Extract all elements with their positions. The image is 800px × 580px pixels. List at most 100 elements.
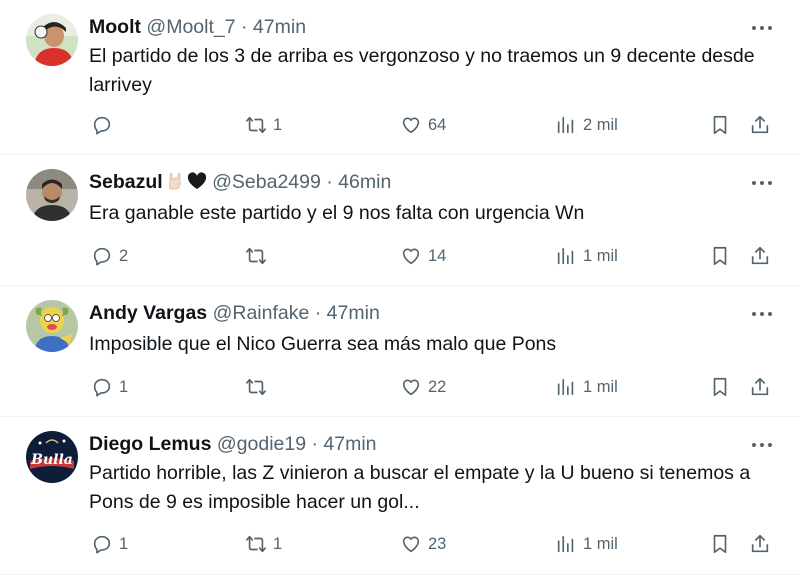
avatar-logo-text: Bulla: [30, 452, 73, 468]
retweet-button[interactable]: 1: [245, 531, 282, 557]
user-handle[interactable]: @Moolt_7: [146, 16, 235, 38]
view-count: 1 mil: [583, 246, 618, 265]
bookmark-icon: [713, 377, 727, 397]
more-options-icon[interactable]: [750, 173, 774, 193]
display-name[interactable]: Diego Lemus: [89, 433, 211, 455]
tweet-actions: 1 64 2 mil: [89, 112, 774, 138]
bookmark-button[interactable]: [709, 243, 731, 269]
views-button[interactable]: 2 mil: [555, 112, 618, 138]
like-count: 23: [428, 534, 447, 553]
share-icon: [751, 246, 769, 265]
avatar[interactable]: [26, 300, 78, 352]
share-button[interactable]: [749, 112, 771, 138]
retweet-icon: [246, 116, 266, 134]
timestamp[interactable]: 47min: [323, 433, 376, 455]
reply-count: 1: [119, 377, 129, 396]
tweet[interactable]: Sebazul @Seba2499 · 46min Era ganable es…: [0, 155, 800, 286]
tweet-text: Imposible que el Nico Guerra sea más mal…: [89, 333, 557, 355]
views-button[interactable]: 1 mil: [555, 243, 618, 269]
tweet[interactable]: Bulla Diego Lemus @godie19 · 47min Parti…: [0, 417, 800, 575]
rock-hand-emoji-icon: [165, 171, 185, 191]
share-button[interactable]: [749, 531, 771, 557]
reply-button[interactable]: 1: [91, 531, 128, 557]
bookmark-icon: [713, 246, 727, 266]
timestamp[interactable]: 47min: [327, 302, 380, 324]
separator: ·: [241, 16, 248, 38]
views-chart-icon: [557, 535, 574, 553]
views-chart-icon: [557, 116, 574, 134]
user-handle[interactable]: @Rainfake: [213, 302, 310, 324]
tweet-header: Diego Lemus @godie19 · 47min: [89, 431, 377, 457]
reply-icon: [93, 247, 111, 266]
tweet-actions: 1 22 1 mil: [89, 374, 774, 400]
like-button[interactable]: 22: [400, 374, 446, 400]
bookmark-button[interactable]: [709, 531, 731, 557]
retweet-icon: [246, 535, 266, 553]
views-button[interactable]: 1 mil: [555, 374, 618, 400]
tweet-text: Partido horrible, las Z vinieron a busca…: [89, 462, 751, 513]
separator: ·: [314, 302, 322, 324]
view-count: 1 mil: [583, 377, 618, 396]
like-button[interactable]: 23: [400, 531, 446, 557]
timestamp[interactable]: 46min: [338, 171, 391, 193]
tweet-header: Moolt @Moolt_7 · 47min: [89, 14, 306, 40]
reply-button[interactable]: 2: [91, 243, 128, 269]
avatar[interactable]: [26, 14, 78, 66]
tweet-actions: 1 1 23 1 mil: [89, 531, 774, 557]
bookmark-button[interactable]: [709, 374, 731, 400]
reply-count: 1: [119, 534, 129, 553]
reply-button[interactable]: [91, 112, 119, 138]
like-count: 22: [428, 377, 447, 396]
retweet-icon: [246, 247, 266, 265]
bookmark-icon: [713, 115, 727, 135]
display-name[interactable]: Moolt: [89, 16, 141, 38]
share-button[interactable]: [749, 243, 771, 269]
tweet[interactable]: Andy Vargas @Rainfake · 47min Imposible …: [0, 286, 800, 417]
separator: ·: [326, 171, 333, 193]
more-options-icon[interactable]: [750, 304, 774, 324]
tweet-text: Era ganable este partido y el 9 nos falt…: [89, 202, 585, 224]
reply-icon: [93, 116, 111, 135]
retweet-button[interactable]: 1: [245, 112, 282, 138]
view-count: 1 mil: [583, 534, 618, 553]
views-chart-icon: [557, 378, 574, 396]
view-count: 2 mil: [583, 115, 618, 134]
timestamp[interactable]: 47min: [253, 16, 306, 38]
like-count: 14: [428, 246, 447, 265]
heart-icon: [402, 536, 420, 553]
retweet-button[interactable]: [245, 243, 273, 269]
bookmark-icon: [713, 534, 727, 554]
share-button[interactable]: [749, 374, 771, 400]
reply-button[interactable]: 1: [91, 374, 128, 400]
retweet-button[interactable]: [245, 374, 273, 400]
reply-icon: [93, 378, 111, 397]
display-name[interactable]: Sebazul: [89, 171, 163, 193]
views-chart-icon: [557, 247, 574, 265]
tweet-actions: 2 14 1 mil: [89, 243, 774, 269]
more-options-icon[interactable]: [750, 18, 774, 38]
like-button[interactable]: 14: [400, 243, 446, 269]
reply-icon: [93, 535, 111, 554]
avatar[interactable]: Bulla: [26, 431, 78, 483]
share-icon: [751, 377, 769, 396]
avatar[interactable]: [26, 169, 78, 221]
retweet-count: 1: [273, 115, 283, 134]
tweet-header: Sebazul @Seba2499 · 46min: [89, 169, 391, 195]
user-handle[interactable]: @godie19: [217, 433, 306, 455]
display-name[interactable]: Andy Vargas: [89, 302, 207, 324]
like-button[interactable]: 64: [400, 112, 446, 138]
reply-feed: Moolt @Moolt_7 · 47min El partido de los…: [0, 0, 800, 580]
tweet-text: El partido de los 3 de arriba es vergonz…: [89, 45, 755, 96]
bookmark-button[interactable]: [709, 112, 731, 138]
user-handle[interactable]: @Seba2499: [212, 171, 321, 193]
tweet[interactable]: Moolt @Moolt_7 · 47min El partido de los…: [0, 0, 800, 155]
like-count: 64: [428, 115, 447, 134]
share-icon: [751, 534, 769, 553]
views-button[interactable]: 1 mil: [555, 531, 618, 557]
retweet-icon: [246, 378, 266, 396]
reply-count: 2: [119, 246, 129, 265]
heart-icon: [402, 379, 420, 396]
more-options-icon[interactable]: [750, 435, 774, 455]
tweet-header: Andy Vargas @Rainfake · 47min: [89, 300, 380, 326]
share-icon: [751, 115, 769, 134]
